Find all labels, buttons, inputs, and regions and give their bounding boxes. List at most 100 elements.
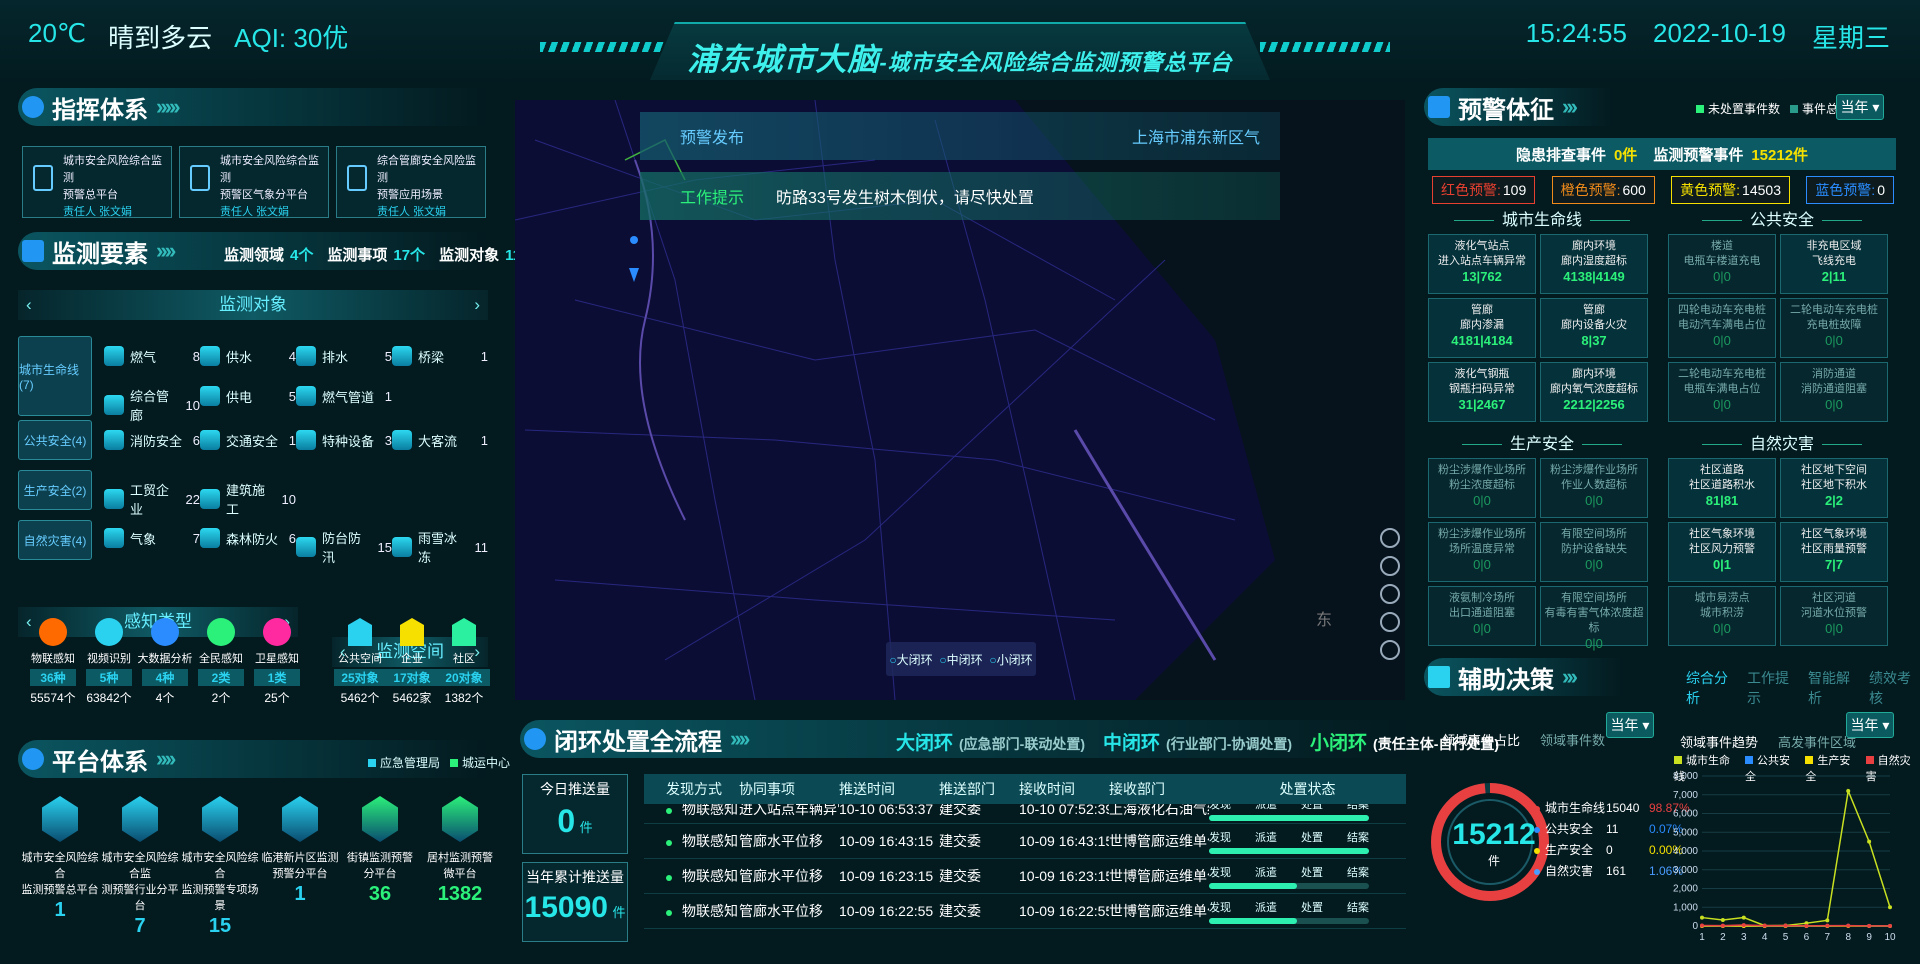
warning-cell[interactable]: 粉尘涉爆作业场所 场所温度异常 0|0 [1428,522,1536,582]
warning-cell[interactable]: 社区气象环境 社区风力预警 0|1 [1668,522,1776,582]
warning-cell[interactable]: 液化气站点 进入站点车辆异常 13|762 [1428,234,1536,294]
table-row[interactable]: 物联感知 管廊水平位移 10-09 16:43:15 建交委 10-09 16:43:1… [644,824,1406,859]
sense-type-item[interactable]: 卫星感知 1类 25个 [248,618,306,706]
ring-mid[interactable]: ○中闭环 [939,651,982,668]
monitor-item[interactable]: 排水 5 [296,346,392,366]
monitor-item[interactable]: 建筑施工 10 [200,480,296,518]
ring-small[interactable]: ○小闭环 [989,651,1032,668]
category-button[interactable]: 公共安全(4) [18,420,92,460]
tip-bar[interactable]: 工作提示 昉路33号发生树木倒伏，请尽快处置 [640,172,1280,220]
warning-level-badge[interactable]: 橙色预警: 600 [1551,176,1655,204]
warning-level-badge[interactable]: 黄色预警: 14503 [1671,176,1790,204]
table-row[interactable]: 物联感知 管廊水平位移 10-09 16:22:55 建交委 10-09 16:22:5… [644,894,1406,929]
platform-item[interactable]: 城市安全风险综合 监测预警总平台 1 [18,796,102,920]
tab-high-incidence[interactable]: 高发事件区域 [1778,732,1856,751]
warning-level-badge[interactable]: 蓝色预警: 0 [1806,176,1894,204]
sense-icon [39,618,67,646]
monitor-item[interactable]: 防台防汛 15 [296,528,392,566]
chevron-right-icon[interactable]: › [474,290,480,320]
monitor-space-item[interactable]: 公共空间 25对象 5462个 [334,618,386,706]
layer-icon[interactable] [1380,556,1400,576]
warning-cell[interactable]: 粉尘涉爆作业场所 作业人数超标 0|0 [1540,458,1648,518]
monitor-item[interactable]: 森林防火 6 [200,528,296,548]
warning-cell[interactable]: 二轮电动车充电桩 电瓶车满电占位 0|0 [1668,362,1776,422]
donut-period-select[interactable]: 当年 ▾ [1606,712,1654,738]
warning-cell[interactable]: 有限空间场所 有毒有害气体浓度超标 0|0 [1540,586,1648,651]
warning-cell[interactable]: 社区道路 社区道路积水 81|81 [1668,458,1776,518]
warning-cell[interactable]: 廊内环境 廊内氧气浓度超标 2212|2256 [1540,362,1648,422]
chevron-left-icon[interactable]: ‹ [26,290,32,320]
compass-icon[interactable] [1380,640,1400,660]
platform-item[interactable]: 城市安全风险综合 监测预警专项场景 15 [178,796,262,936]
command-card[interactable]: 城市安全风险综合监测 预警总平台 责任人 张文娟 [22,146,172,218]
monitor-item[interactable]: 特种设备 3 [296,430,392,450]
warning-cell[interactable]: 非充电区域 飞线充电 2|11 [1780,234,1888,294]
monitor-item[interactable]: 供电 5 [200,386,296,406]
monitor-item[interactable]: 交通安全 1 [200,430,296,450]
monitor-item[interactable]: 雨雪冰冻 11 [392,528,488,566]
locate-icon[interactable] [1380,528,1400,548]
decision-tab[interactable]: 智能解析 [1808,668,1859,708]
decision-tab[interactable]: 绩效考核 [1869,668,1920,708]
table-body[interactable]: 物联感知进入站点车辆异常10-10 06:53:37建交委10-10 07:52… [644,804,1406,964]
table-row[interactable]: 物联感知进入站点车辆异常10-10 06:53:37 建交委 10-10 07:52… [644,804,1406,824]
monitor-item[interactable]: 燃气 8 [104,346,200,366]
y-tick-label: 1,000 [1673,902,1698,913]
monitor-item[interactable]: 综合管廊 10 [104,386,200,424]
loop-mid[interactable]: 中闭环 [1103,728,1160,755]
tab-domain-count[interactable]: 领域事件数 [1540,730,1605,749]
warning-cell[interactable]: 社区地下空间 社区地下积水 2|2 [1780,458,1888,518]
tab-domain-trend[interactable]: 领域事件趋势 [1680,732,1758,751]
loop-big[interactable]: 大闭环 [896,728,953,755]
monitor-item[interactable]: 燃气管道 1 [296,386,392,406]
warning-period-select[interactable]: 当年 ▾ [1836,94,1884,120]
monitor-item[interactable]: 消防安全 6 [104,430,200,450]
category-button[interactable]: 自然灾害(4) [18,520,92,560]
sense-type-item[interactable]: 视频识别 5种 63842个 [80,618,138,706]
monitor-item[interactable]: 工贸企业 22 [104,480,200,518]
alert-bar[interactable]: 预警发布 上海市浦东新区气 [640,112,1280,160]
platform-item[interactable]: 城市安全风险综合监 测预警行业分平台 7 [98,796,182,936]
warning-cell[interactable]: 社区气象环境 社区雨量预警 7|7 [1780,522,1888,582]
monitor-space-item[interactable]: 社区 20对象 1382个 [438,618,490,706]
focus-icon[interactable] [1380,584,1400,604]
warning-cell[interactable]: 消防通道 消防通道阻塞 0|0 [1780,362,1888,422]
monitor-item[interactable]: 气象 7 [104,528,200,548]
category-button[interactable]: 生产安全(2) [18,470,92,510]
warning-cell[interactable]: 管廊 廊内设备火灾 8|37 [1540,298,1648,358]
sense-type-item[interactable]: 物联感知 36种 55574个 [24,618,82,706]
monitor-objects-header[interactable]: ‹ 监测对象 › [18,290,488,320]
warning-cell[interactable]: 楼道 电瓶车楼道充电 0|0 [1668,234,1776,294]
command-card[interactable]: 城市安全风险综合监测 预警区气象分平台 责任人 张文娟 [179,146,329,218]
monitor-space-item[interactable]: 企业 17对象 5462家 [386,618,438,706]
category-button[interactable]: 城市生命线(7) [18,336,92,416]
warning-level-badge[interactable]: 红色预警: 109 [1432,176,1536,204]
ring-big[interactable]: ○大闭环 [889,651,932,668]
command-card[interactable]: 综合管廊安全风险监测 预警应用场景 责任人 张文娟 [336,146,486,218]
warning-cell[interactable]: 管廊 廊内渗漏 4181|4184 [1428,298,1536,358]
warning-cell[interactable]: 廊内环境 廊内湿度超标 4138|4149 [1540,234,1648,294]
monitor-item[interactable]: 供水 4 [200,346,296,366]
warning-cell[interactable]: 四轮电动车充电桩 电动汽车满电占位 0|0 [1668,298,1776,358]
decision-tab[interactable]: 工作提示 [1747,668,1798,708]
warning-cell[interactable]: 社区河道 河道水位预警 0|0 [1780,586,1888,646]
platform-item[interactable]: 居村监测预警 微平台 1382 [418,796,502,904]
sense-type-item[interactable]: 大数据分析 4种 4个 [136,618,194,706]
tab-domain-share[interactable]: 领域事件占比 [1442,730,1520,749]
loop-small[interactable]: 小闭环 [1310,728,1367,755]
trend-period-select[interactable]: 当年 ▾ [1846,712,1894,738]
warning-cell[interactable]: 有限空间场所 防护设备缺失 0|0 [1540,522,1648,582]
warning-cell[interactable]: 粉尘涉爆作业场所 粉尘浓度超标 0|0 [1428,458,1536,518]
warning-cell[interactable]: 城市易涝点 城市积涝 0|0 [1668,586,1776,646]
warning-cell[interactable]: 二轮电动车充电桩 充电桩故障 0|0 [1780,298,1888,358]
sense-type-item[interactable]: 全民感知 2类 2个 [192,618,250,706]
monitor-item[interactable]: 桥梁 1 [392,346,488,366]
platform-item[interactable]: 街镇监测预警 分平台 36 [338,796,422,904]
table-row[interactable]: 物联感知 管廊水平位移 10-09 16:23:15 建交委 10-09 16:23:1… [644,859,1406,894]
monitor-item[interactable]: 大客流 1 [392,430,488,450]
warning-cell[interactable]: 液化气钢瓶 钢瓶扫码异常 31|2467 [1428,362,1536,422]
warning-cell[interactable]: 液氨制冷场所 出口通道阻塞 0|0 [1428,586,1536,646]
platform-item[interactable]: 临港新片区监测 预警分平台 1 [258,796,342,904]
pin-icon[interactable] [1380,612,1400,632]
decision-tab[interactable]: 综合分析 [1686,668,1737,708]
